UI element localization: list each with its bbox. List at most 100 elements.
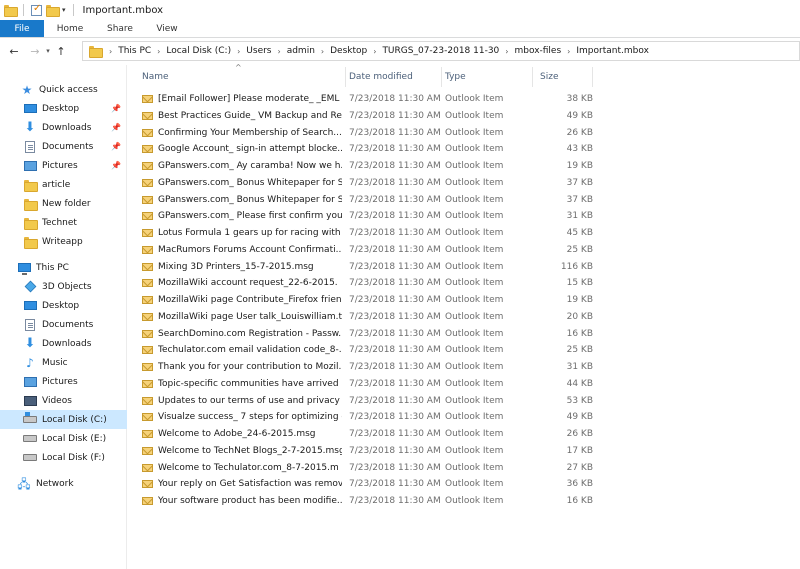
recent-locations-icon[interactable]: ▾ xyxy=(44,47,52,55)
sidebar-item-local-disk-f[interactable]: Local Disk (F:) xyxy=(0,448,127,467)
tab-share[interactable]: Share xyxy=(96,20,144,37)
file-row[interactable]: Welcome to TechNet Blogs_2-7-2015.msg 7/2… xyxy=(128,443,800,459)
file-row[interactable]: [Email Follower] Please moderate_ _EML .… xyxy=(128,91,800,107)
file-row[interactable]: Mixing 3D Printers_15-7-2015.msg 7/23/201… xyxy=(128,259,800,275)
breadcrumb-desktop[interactable]: Desktop xyxy=(328,46,369,56)
column-header-type[interactable]: Type xyxy=(442,67,533,87)
tab-home[interactable]: Home xyxy=(44,20,96,37)
breadcrumb-important-mbox[interactable]: Important.mbox xyxy=(574,46,651,56)
sidebar-item-article[interactable]: article xyxy=(0,175,127,194)
sidebar-item-network[interactable]: 🖧 Network xyxy=(0,474,127,493)
back-arrow-icon[interactable]: ← xyxy=(7,45,21,58)
star-icon: ★ xyxy=(21,82,33,97)
file-row[interactable]: Your reply on Get Satisfaction was remov… xyxy=(128,476,800,492)
sidebar-item-pictures[interactable]: Pictures 📌 xyxy=(0,156,127,175)
up-arrow-icon[interactable]: ↑ xyxy=(54,45,68,58)
properties-icon[interactable] xyxy=(31,3,42,16)
customize-toolbar-icon[interactable]: ▾ xyxy=(62,6,66,14)
file-date-modified: 7/23/2018 11:30 AM xyxy=(349,177,441,188)
file-row[interactable]: Visualze success_ 7 steps for optimizing… xyxy=(128,409,800,425)
breadcrumb-this-pc[interactable]: This PC xyxy=(116,46,153,56)
file-row[interactable]: Google Account_ sign-in attempt blocke..… xyxy=(128,141,800,157)
file-size: 26 KB xyxy=(566,127,593,138)
sidebar-item-quick-access[interactable]: ★ Quick access xyxy=(0,80,127,99)
file-row[interactable]: Techulator.com email validation code_8-.… xyxy=(128,342,800,358)
file-row[interactable]: Welcome to Adobe_24-6-2015.msg 7/23/2018 … xyxy=(128,426,800,442)
breadcrumb-mbox-files[interactable]: mbox-files xyxy=(512,46,563,56)
sidebar-item-desktop[interactable]: Desktop 📌 xyxy=(0,99,127,118)
breadcrumb-turgs-folder[interactable]: TURGS_07-23-2018 11-30 xyxy=(380,46,501,56)
file-row[interactable]: GPanswers.com_ Ay caramba! Now we h... 7/… xyxy=(128,158,800,174)
file-row[interactable]: MozillaWiki page User talk_Louiswilliam.… xyxy=(128,309,800,325)
chevron-right-icon[interactable]: › xyxy=(153,47,164,56)
file-name-cell: MozillaWiki account request_22-6-2015. xyxy=(142,275,348,291)
file-row[interactable]: Thank you for your contribution to Mozil… xyxy=(128,359,800,375)
file-type: Outlook Item xyxy=(445,345,504,356)
chevron-right-icon[interactable]: › xyxy=(563,47,574,56)
file-row[interactable]: Updates to our terms of use and privacy … xyxy=(128,393,800,409)
column-header-date-modified[interactable]: Date modified xyxy=(346,67,442,87)
column-header-name[interactable]: Name xyxy=(128,67,346,87)
sidebar-item-downloads[interactable]: ⬇ Downloads 📌 xyxy=(0,118,127,137)
sidebar-item-pc-downloads[interactable]: ⬇ Downloads xyxy=(0,334,127,353)
file-row[interactable]: Confirming Your Membership of Search... 7… xyxy=(128,125,800,141)
file-date-modified: 7/23/2018 11:30 AM xyxy=(349,194,441,205)
sidebar-item-local-disk-e[interactable]: Local Disk (E:) xyxy=(0,429,127,448)
sidebar-item-local-disk-c[interactable]: Local Disk (C:) xyxy=(0,410,127,429)
tab-view[interactable]: View xyxy=(144,20,190,37)
file-name: GPanswers.com_ Ay caramba! Now we h... xyxy=(158,161,342,171)
file-name-cell: Techulator.com email validation code_8-.… xyxy=(142,342,348,358)
sidebar-item-3d-objects[interactable]: 3D Objects xyxy=(0,277,127,296)
file-name: GPanswers.com_ Please first confirm you.… xyxy=(158,211,342,222)
sidebar-item-pc-desktop[interactable]: Desktop xyxy=(0,296,127,315)
file-row[interactable]: Your software product has been modifie..… xyxy=(128,493,800,509)
file-name-cell: Updates to our terms of use and privacy … xyxy=(142,393,348,409)
tab-file[interactable]: File xyxy=(0,20,44,37)
file-size: 116 KB xyxy=(560,261,593,272)
address-bar[interactable]: › This PC › Local Disk (C:) › Users › ad… xyxy=(82,41,800,61)
file-row[interactable]: MozillaWiki account request_22-6-2015. 7/… xyxy=(128,275,800,291)
chevron-right-icon[interactable]: › xyxy=(105,47,116,56)
sidebar-item-pc-documents[interactable]: Documents xyxy=(0,315,127,334)
file-size: 45 KB xyxy=(566,228,593,238)
sidebar-item-documents[interactable]: Documents 📌 xyxy=(0,137,127,156)
sidebar-item-writeapp[interactable]: Writeapp xyxy=(0,232,127,251)
file-row[interactable]: GPanswers.com_ Bonus Whitepaper for S...… xyxy=(128,175,800,191)
file-row[interactable]: Welcome to Techulator.com_8-7-2015.m 7/23… xyxy=(128,460,800,476)
file-date-modified: 7/23/2018 11:30 AM xyxy=(349,311,441,322)
file-type: Outlook Item xyxy=(445,412,504,423)
drive-icon xyxy=(23,433,37,445)
sidebar-item-this-pc[interactable]: This PC xyxy=(0,258,127,277)
chevron-right-icon[interactable]: › xyxy=(501,47,512,56)
file-date-modified: 7/23/2018 11:30 AM xyxy=(349,261,441,272)
breadcrumb-local-disk-c[interactable]: Local Disk (C:) xyxy=(164,46,233,56)
breadcrumb-users[interactable]: Users xyxy=(244,46,273,56)
forward-arrow-icon[interactable]: → xyxy=(28,45,42,58)
sidebar-item-music[interactable]: ♪ Music xyxy=(0,353,127,372)
chevron-right-icon[interactable]: › xyxy=(317,47,328,56)
chevron-right-icon[interactable]: › xyxy=(369,47,380,56)
file-row[interactable]: SearchDomino.com Registration - Passw...… xyxy=(128,326,800,342)
chevron-right-icon[interactable]: › xyxy=(233,47,244,56)
file-row[interactable]: Best Practices Guide_ VM Backup and Re..… xyxy=(128,108,800,124)
file-row[interactable]: Lotus Formula 1 gears up for racing with… xyxy=(128,225,800,241)
sidebar-item-new-folder[interactable]: New folder xyxy=(0,194,127,213)
file-type: Outlook Item xyxy=(445,311,504,322)
file-name: MozillaWiki account request_22-6-2015. xyxy=(158,278,338,289)
file-row[interactable]: GPanswers.com_ Please first confirm you.… xyxy=(128,208,800,224)
column-header-size[interactable]: Size xyxy=(533,67,593,87)
new-folder-icon[interactable] xyxy=(46,5,60,17)
chevron-right-icon[interactable]: › xyxy=(274,47,285,56)
sidebar-item-pc-pictures[interactable]: Pictures xyxy=(0,372,127,391)
sidebar-item-technet[interactable]: Technet xyxy=(0,213,127,232)
file-row[interactable]: MacRumors Forums Account Confirmati... 7/… xyxy=(128,242,800,258)
window-title: Important.mbox xyxy=(82,4,164,16)
file-row[interactable]: Topic-specific communities have arrived … xyxy=(128,376,800,392)
breadcrumb-admin[interactable]: admin xyxy=(285,46,317,56)
sidebar-item-videos[interactable]: Videos xyxy=(0,391,127,410)
sidebar-item-label: Desktop xyxy=(42,103,80,114)
email-message-icon xyxy=(142,413,153,422)
file-row[interactable]: MozillaWiki page Contribute_Firefox frie… xyxy=(128,292,800,308)
file-name: MozillaWiki page User talk_Louiswilliam.… xyxy=(158,311,342,322)
file-row[interactable]: GPanswers.com_ Bonus Whitepaper for S...… xyxy=(128,192,800,208)
